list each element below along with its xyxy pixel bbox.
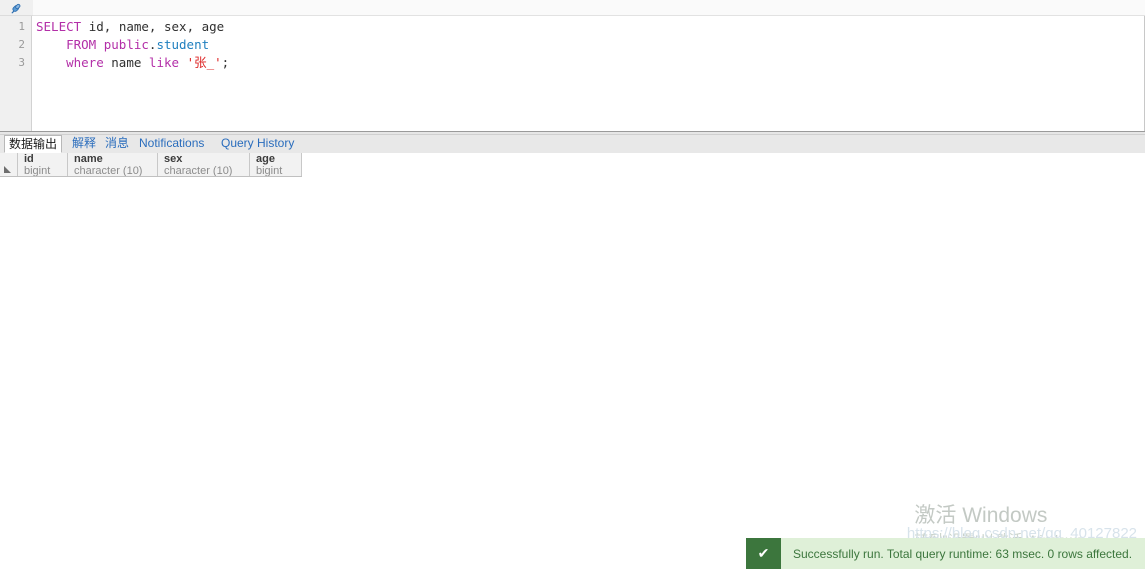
- grid-body: [0, 177, 1145, 572]
- sql-token: id: [88, 19, 104, 34]
- tab-4[interactable]: Notifications: [135, 135, 211, 153]
- tab-2[interactable]: 解释: [68, 135, 96, 153]
- column-header-age[interactable]: age bigint: [251, 153, 302, 176]
- sql-token: ,: [186, 19, 202, 34]
- pgadmin-query-tool: 1 2 3 SELECT id, name, sex, age FROM publi…: [0, 0, 1145, 572]
- sql-token: age: [201, 19, 225, 34]
- sql-token: ,: [103, 19, 119, 34]
- sql-code-area[interactable]: SELECT id, name, sex, age FROM public.st…: [33, 16, 1144, 131]
- tab-1[interactable]: 数据输出: [4, 135, 62, 153]
- column-name: age: [256, 153, 275, 165]
- code-line: SELECT id, name, sex, age: [36, 18, 224, 36]
- column-type: bigint: [256, 165, 283, 177]
- column-type: bigint: [24, 165, 51, 177]
- results-tabbar: 数据输出 解释 消息 Notifications Query History: [0, 135, 1145, 153]
- data-output-grid: id bigint name character (10) sex character (…: [0, 153, 1145, 572]
- code-line: where name like '张_';: [36, 54, 229, 72]
- pin-icon[interactable]: [10, 3, 22, 15]
- line-number-gutter: 1 2 3: [0, 16, 32, 131]
- column-header-sex[interactable]: sex character (10): [159, 153, 250, 176]
- sql-token: ,: [148, 19, 164, 34]
- status-toast: ✔ Successfully run. Total query runtime:…: [746, 538, 1145, 569]
- editor-top-border: [33, 0, 1145, 16]
- results-pane: 数据输出 解释 消息 Notifications Query History id big…: [0, 135, 1145, 572]
- line-number: 2: [18, 38, 25, 51]
- column-name: sex: [164, 153, 183, 165]
- tab-5[interactable]: Query History: [217, 135, 300, 153]
- sql-token: name: [118, 19, 149, 34]
- sql-token: where: [66, 55, 104, 70]
- column-name: name: [74, 153, 103, 165]
- sort-corner-icon[interactable]: [0, 153, 18, 176]
- column-header-id[interactable]: id bigint: [19, 153, 68, 176]
- grid-header-row: id bigint name character (10) sex character (…: [0, 153, 302, 177]
- sql-token: '张_': [186, 55, 222, 70]
- sql-token: ;: [221, 55, 230, 70]
- editor-gutter-toolstrip: [0, 0, 33, 16]
- sql-token: public: [103, 37, 149, 52]
- sql-token: FROM: [66, 37, 97, 52]
- sql-token: sex: [163, 19, 187, 34]
- query-editor-pane: 1 2 3 SELECT id, name, sex, age FROM publi…: [0, 0, 1145, 131]
- sql-token: SELECT: [36, 19, 82, 34]
- line-number: 3: [18, 56, 25, 69]
- check-icon: ✔: [746, 538, 781, 569]
- corner-triangle-icon: [4, 166, 11, 173]
- column-name: id: [24, 153, 34, 165]
- column-header-name[interactable]: name character (10): [69, 153, 158, 176]
- sql-token: student: [156, 37, 210, 52]
- tab-3[interactable]: 消息: [101, 135, 129, 153]
- column-type: character (10): [164, 165, 233, 177]
- code-line: FROM public.student: [36, 36, 209, 54]
- column-type: character (10): [74, 165, 143, 177]
- sql-token: name: [111, 55, 142, 70]
- line-number: 1: [18, 20, 25, 33]
- sql-token: like: [148, 55, 180, 70]
- status-message: Successfully run. Total query runtime: 6…: [793, 546, 1133, 561]
